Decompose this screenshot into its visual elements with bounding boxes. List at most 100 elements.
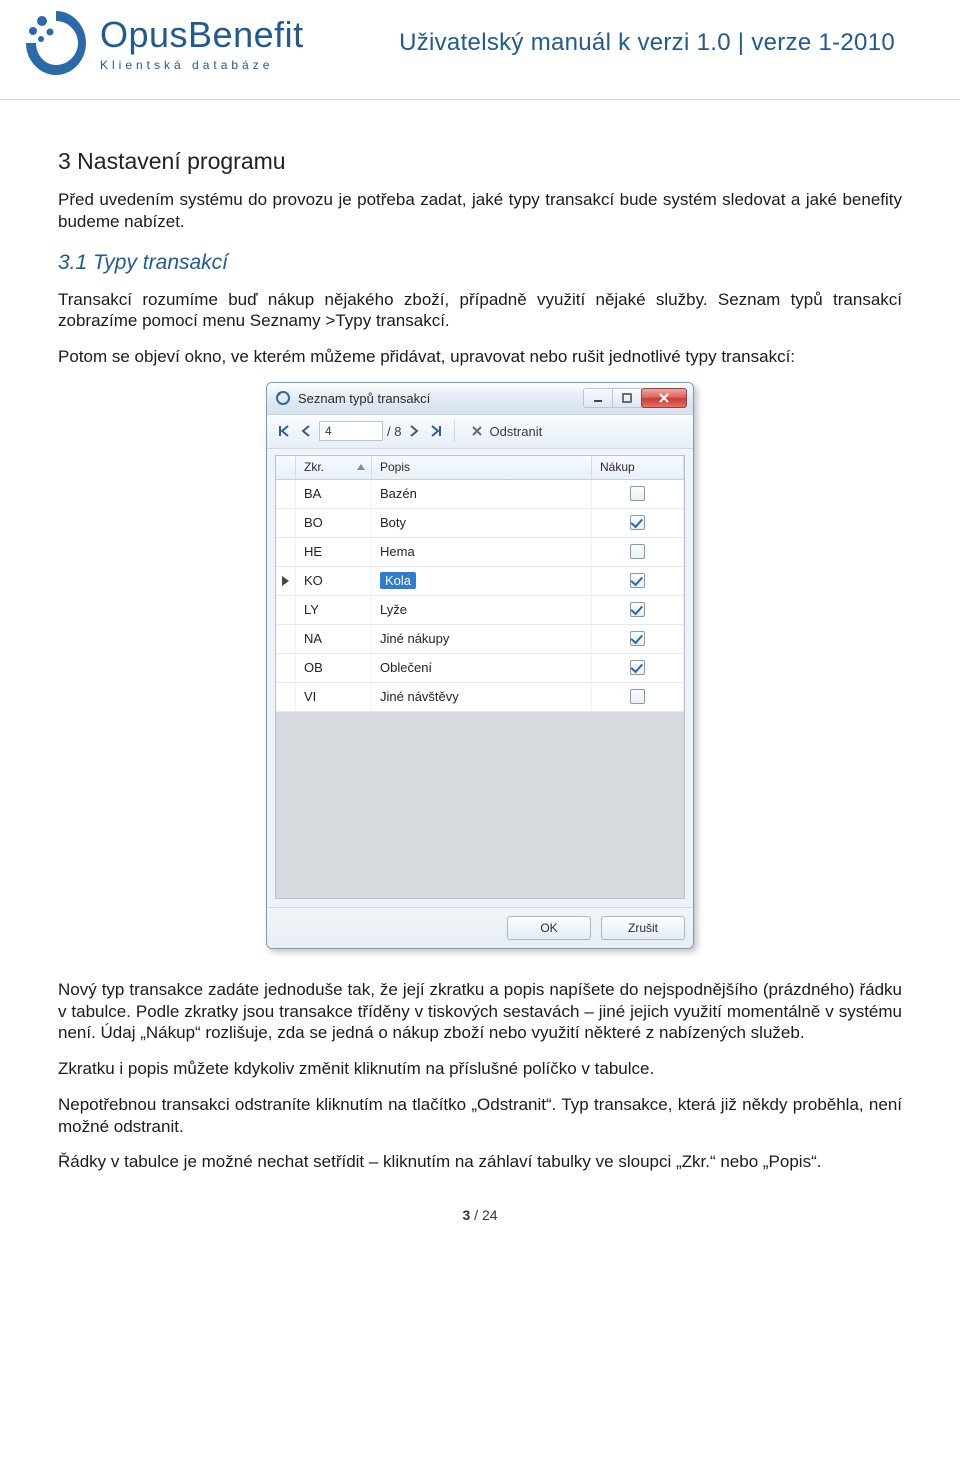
cell-popis[interactable]: Boty (372, 509, 592, 537)
grid-header-zkr[interactable]: Zkr. (296, 456, 372, 479)
delete-icon (470, 424, 484, 438)
cell-popis[interactable]: Jiné návštěvy (372, 683, 592, 711)
maximize-button[interactable] (612, 388, 642, 408)
brand-tagline: Klientská databáze (100, 58, 304, 72)
window-titlebar: Seznam typů transakcí (267, 383, 693, 415)
body-para-3: Nový typ transakce zadáte jednoduše tak,… (58, 979, 902, 1044)
prev-page-icon (301, 425, 311, 437)
cancel-button[interactable]: Zrušit (601, 916, 685, 940)
row-gutter (276, 509, 296, 537)
cancel-label: Zrušit (628, 921, 658, 935)
pager-first-button[interactable] (275, 422, 293, 440)
table-row[interactable]: KOKola (276, 567, 684, 596)
pager-current-input[interactable] (319, 421, 383, 441)
body-para-1: Transakcí rozumíme buď nákup nějakého zb… (58, 289, 902, 333)
minimize-icon (593, 393, 603, 403)
nakup-checkbox[interactable] (630, 660, 645, 675)
nakup-checkbox[interactable] (630, 515, 645, 530)
pager-next-button[interactable] (405, 422, 423, 440)
table-row[interactable]: NAJiné nákupy (276, 625, 684, 654)
body-para-6: Řádky v tabulce je možné nechat setřídit… (58, 1151, 902, 1173)
page-total: 24 (482, 1207, 498, 1223)
cell-popis[interactable]: Oblečení (372, 654, 592, 682)
grid-header-nakup[interactable]: Nákup (592, 456, 684, 479)
cell-nakup[interactable] (592, 625, 684, 653)
cell-popis[interactable]: Kola (372, 567, 592, 595)
table-row[interactable]: BOBoty (276, 509, 684, 538)
nakup-checkbox[interactable] (630, 544, 645, 559)
pager-last-button[interactable] (427, 422, 445, 440)
table-row[interactable]: OBOblečení (276, 654, 684, 683)
section-heading: 3 Nastavení programu (58, 148, 902, 175)
ok-button[interactable]: OK (507, 916, 591, 940)
nakup-checkbox[interactable] (630, 631, 645, 646)
window-footer: OK Zrušit (267, 907, 693, 948)
body-para-5: Nepotřebnou transakci odstraníte kliknut… (58, 1094, 902, 1138)
next-page-icon (409, 425, 419, 437)
page-header: OpusBenefit Klientská databáze Uživatels… (0, 0, 960, 100)
cell-zkr[interactable]: NA (296, 625, 372, 653)
cell-popis[interactable]: Lyže (372, 596, 592, 624)
sort-ascending-icon (357, 464, 365, 470)
row-gutter (276, 480, 296, 508)
ok-label: OK (540, 921, 557, 935)
nakup-checkbox[interactable] (630, 602, 645, 617)
row-gutter (276, 654, 296, 682)
grid-header-popis-label: Popis (380, 460, 410, 474)
row-gutter (276, 596, 296, 624)
last-page-icon (430, 425, 442, 437)
row-gutter (276, 683, 296, 711)
nakup-checkbox[interactable] (630, 573, 645, 588)
nakup-checkbox[interactable] (630, 689, 645, 704)
section-intro: Před uvedením systému do provozu je potř… (58, 189, 902, 233)
subsection-heading: 3.1 Typy transakcí (58, 251, 902, 275)
body-para-2: Potom se objeví okno, ve kterém můžeme p… (58, 346, 902, 368)
page-sep: / (470, 1207, 482, 1223)
cell-nakup[interactable] (592, 509, 684, 537)
row-gutter (276, 625, 296, 653)
remove-button[interactable]: Odstranit (464, 422, 548, 441)
cell-zkr[interactable]: HE (296, 538, 372, 566)
grid-header-popis[interactable]: Popis (372, 456, 592, 479)
cell-nakup[interactable] (592, 480, 684, 508)
remove-label: Odstranit (489, 424, 542, 439)
cell-zkr[interactable]: BO (296, 509, 372, 537)
cell-popis[interactable]: Jiné nákupy (372, 625, 592, 653)
cell-popis[interactable]: Hema (372, 538, 592, 566)
cell-zkr[interactable]: KO (296, 567, 372, 595)
table-row[interactable]: VIJiné návštěvy (276, 683, 684, 712)
minimize-button[interactable] (583, 388, 613, 408)
toolbar-separator (454, 420, 455, 442)
brand-name: OpusBenefit (100, 14, 304, 56)
table-row[interactable]: LYLyže (276, 596, 684, 625)
maximize-icon (622, 393, 632, 403)
window-title: Seznam typů transakcí (298, 391, 430, 406)
pager-total: / 8 (387, 424, 401, 439)
cell-popis[interactable]: Bazén (372, 480, 592, 508)
current-row-icon (282, 576, 289, 586)
close-button[interactable] (641, 388, 687, 408)
table-row[interactable]: BABazén (276, 480, 684, 509)
nakup-checkbox[interactable] (630, 486, 645, 501)
transaction-types-window: Seznam typů transakcí / 8 (266, 382, 694, 949)
table-row[interactable]: HEHema (276, 538, 684, 567)
cell-nakup[interactable] (592, 567, 684, 595)
body-para-4: Zkratku i popis můžete kdykoliv změnit k… (58, 1058, 902, 1080)
cell-nakup[interactable] (592, 683, 684, 711)
row-gutter (276, 538, 296, 566)
grid-header: Zkr. Popis Nákup (276, 456, 684, 480)
cell-zkr[interactable]: VI (296, 683, 372, 711)
app-icon (275, 390, 291, 406)
cell-nakup[interactable] (592, 538, 684, 566)
cell-zkr[interactable]: OB (296, 654, 372, 682)
document-version: Uživatelský manuál k verzi 1.0 | verze 1… (399, 29, 895, 57)
pager-prev-button[interactable] (297, 422, 315, 440)
cell-zkr[interactable]: BA (296, 480, 372, 508)
transaction-grid: Zkr. Popis Nákup BABazénBOBotyHEHemaKOKo… (275, 455, 685, 899)
cell-zkr[interactable]: LY (296, 596, 372, 624)
cell-nakup[interactable] (592, 596, 684, 624)
first-page-icon (278, 425, 290, 437)
cell-nakup[interactable] (592, 654, 684, 682)
grid-header-nakup-label: Nákup (600, 460, 635, 474)
row-gutter (276, 567, 296, 595)
